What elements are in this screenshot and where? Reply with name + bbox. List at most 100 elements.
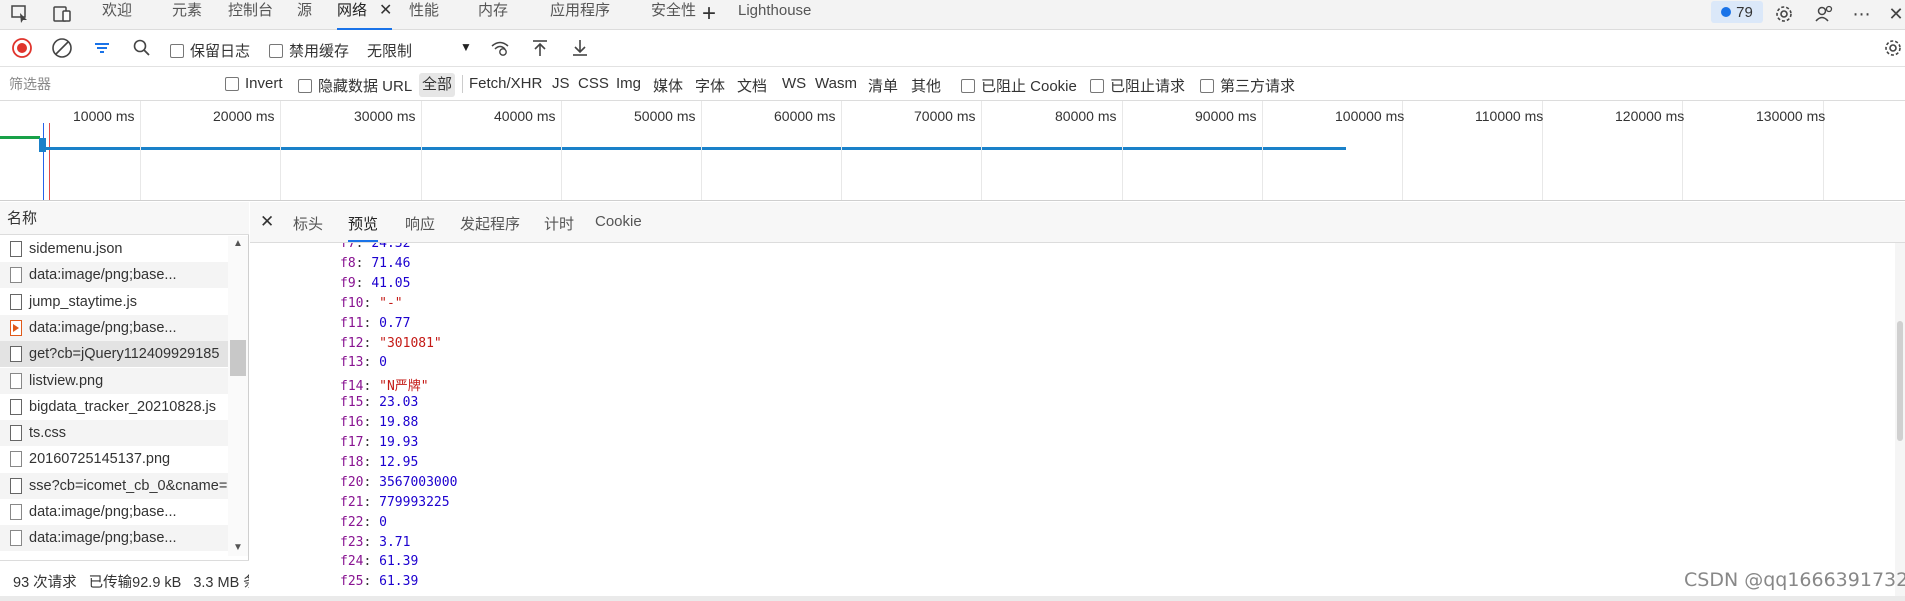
more-options-icon[interactable]: ⋯	[1850, 2, 1874, 26]
hide-data-urls-checkbox[interactable]: 隐藏数据 URL	[298, 75, 412, 96]
tab-1[interactable]: 元素	[172, 0, 202, 30]
filter-input[interactable]	[0, 71, 210, 97]
scroll-down-icon[interactable]: ▼	[233, 542, 243, 553]
filter-type-1[interactable]: Fetch/XHR	[469, 75, 542, 92]
scroll-up-icon[interactable]: ▲	[233, 238, 243, 249]
checkbox-box[interactable]	[1090, 78, 1104, 93]
tab-8[interactable]: 安全性	[651, 0, 696, 30]
import-har-icon[interactable]	[528, 36, 552, 60]
preview-property[interactable]: f9: 41.05	[340, 276, 410, 296]
filter-type-10[interactable]: 清单	[868, 75, 898, 96]
filter-type-6[interactable]: 字体	[695, 75, 725, 96]
scrollbar-thumb[interactable]	[1897, 321, 1903, 441]
export-har-icon[interactable]	[568, 36, 592, 60]
request-row[interactable]: sse?cb=icomet_cb_0&cname=	[0, 472, 228, 499]
disable-cache-checkbox[interactable]: 禁用缓存	[269, 40, 349, 61]
preview-property[interactable]: f23: 3.71	[340, 535, 410, 555]
filter-type-0[interactable]: 全部	[419, 73, 456, 97]
checkbox-box[interactable]	[961, 78, 975, 93]
settings-gear-icon[interactable]	[1772, 2, 1796, 26]
preview-property[interactable]: f12: "301081"	[340, 336, 442, 356]
tab-3[interactable]: 源	[297, 0, 312, 30]
checkbox-box[interactable]	[298, 78, 312, 93]
detail-tab-4[interactable]: 计时	[544, 213, 574, 234]
preview-property[interactable]: f15: 23.03	[340, 395, 418, 415]
chevron-down-icon[interactable]: ▼	[460, 40, 472, 54]
tab-2[interactable]: 控制台	[228, 0, 273, 30]
request-row[interactable]: ts.css	[0, 420, 228, 447]
request-row[interactable]: get?cb=jQuery112409929185	[0, 341, 228, 368]
detail-tab-5[interactable]: Cookie	[595, 213, 642, 230]
tab-4[interactable]: 网络 ✕	[337, 0, 393, 30]
blocked-requests-checkbox[interactable]: 已阻止请求	[1090, 75, 1185, 96]
filter-type-7[interactable]: 文档	[737, 75, 767, 96]
preview-property[interactable]: f17: 19.93	[340, 435, 418, 455]
detail-tab-1[interactable]: 预览	[348, 213, 379, 242]
network-settings-gear-icon[interactable]	[1881, 36, 1905, 60]
tab-5[interactable]: 性能	[409, 0, 439, 30]
tab-0[interactable]: 欢迎	[102, 0, 132, 30]
filter-icon[interactable]	[90, 36, 114, 60]
blocked-cookies-checkbox[interactable]: 已阻止 Cookie	[961, 75, 1077, 96]
preview-property[interactable]: f10: "-"	[340, 296, 403, 316]
preview-property[interactable]: f8: 71.46	[340, 256, 410, 276]
checkbox-box[interactable]	[170, 43, 184, 58]
request-row[interactable]: data:image/png;base...	[0, 314, 228, 341]
preview-property[interactable]: f13: 0	[340, 355, 387, 375]
preview-property[interactable]: f24: 61.39	[340, 554, 418, 574]
filter-type-5[interactable]: 媒体	[653, 75, 683, 96]
filter-type-2[interactable]: JS	[552, 75, 570, 92]
checkbox-box[interactable]	[225, 76, 239, 91]
request-list-scrollbar[interactable]: ▲ ▼	[228, 236, 248, 556]
preview-property[interactable]: f16: 19.88	[340, 415, 418, 435]
request-row[interactable]: data:image/png;base...	[0, 499, 228, 525]
scrollbar-thumb[interactable]	[230, 340, 246, 376]
issues-badge[interactable]: 79	[1711, 1, 1763, 23]
preview-property[interactable]: f22: 0	[340, 515, 387, 535]
third-party-checkbox[interactable]: 第三方请求	[1200, 75, 1295, 96]
record-button[interactable]	[10, 36, 34, 60]
request-row[interactable]: jump_staytime.js	[0, 289, 228, 315]
request-row[interactable]: data:image/png;base...	[0, 262, 228, 289]
checkbox-box[interactable]	[1200, 78, 1214, 93]
search-icon[interactable]	[130, 36, 154, 60]
device-emulation-icon[interactable]	[50, 2, 74, 26]
request-row[interactable]: sidemenu.json	[0, 236, 228, 262]
close-detail-icon[interactable]: ✕	[260, 212, 274, 232]
filter-type-8[interactable]: WS	[782, 75, 806, 92]
close-devtools-icon[interactable]: ✕	[1884, 2, 1905, 26]
preview-property[interactable]: f25: 61.39	[340, 574, 418, 594]
request-row[interactable]: data:image/png;base...	[0, 525, 228, 552]
clear-button[interactable]	[50, 36, 74, 60]
preview-property[interactable]: f18: 12.95	[340, 455, 418, 475]
tab-7[interactable]: 应用程序	[550, 0, 610, 30]
detail-tab-3[interactable]: 发起程序	[460, 213, 520, 234]
inspect-element-icon[interactable]	[8, 2, 32, 26]
preview-property[interactable]: f14: "N严牌"	[340, 375, 429, 395]
request-row[interactable]: bigdata_tracker_20210828.js	[0, 394, 228, 420]
preview-property[interactable]: f21: 779993225	[340, 495, 450, 515]
invert-checkbox[interactable]: Invert	[225, 75, 283, 92]
checkbox-box[interactable]	[269, 43, 283, 58]
tab-9[interactable]: Lighthouse	[738, 0, 811, 30]
preview-property[interactable]: f7: 24.32	[340, 243, 410, 256]
close-tab-icon[interactable]: ✕	[379, 2, 392, 19]
network-overview-timeline[interactable]: 10000 ms 20000 ms 30000 ms 40000 ms 50000 ms…	[0, 101, 1905, 201]
horizontal-scrollbar[interactable]	[0, 596, 1905, 601]
filter-type-9[interactable]: Wasm	[815, 75, 857, 92]
preview-property[interactable]: f11: 0.77	[340, 316, 410, 336]
throttling-select[interactable]: 无限制	[367, 40, 412, 61]
preview-property[interactable]: f20: 3567003000	[340, 475, 457, 495]
network-conditions-icon[interactable]	[488, 36, 512, 60]
request-row[interactable]: listview.png	[0, 367, 228, 394]
preview-scrollbar[interactable]	[1895, 243, 1905, 601]
customize-devtools-icon[interactable]	[1812, 2, 1836, 26]
add-tab-icon[interactable]: +	[697, 2, 721, 26]
detail-tab-2[interactable]: 响应	[405, 213, 435, 234]
filter-type-4[interactable]: Img	[616, 75, 641, 92]
filter-type-3[interactable]: CSS	[578, 75, 609, 92]
preserve-log-checkbox[interactable]: 保留日志	[170, 40, 250, 61]
filter-type-11[interactable]: 其他	[911, 75, 941, 96]
tab-6[interactable]: 内存	[478, 0, 508, 30]
name-column-header[interactable]: 名称	[0, 202, 249, 235]
